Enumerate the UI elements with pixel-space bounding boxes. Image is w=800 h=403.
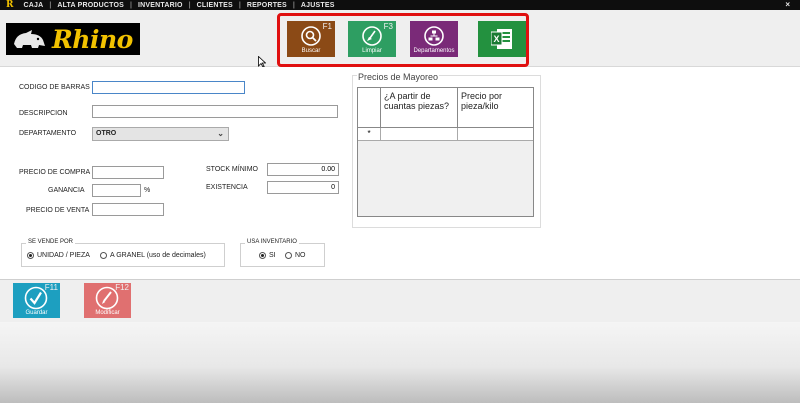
svg-text:X: X bbox=[493, 34, 499, 44]
grid-row-header bbox=[358, 88, 381, 128]
new-row-cantidad-cell[interactable] bbox=[381, 128, 458, 141]
radio-selected-icon bbox=[27, 252, 34, 259]
descripcion-input[interactable] bbox=[92, 105, 338, 118]
departamentos-label: Departamentos bbox=[413, 48, 455, 54]
column-header-precio[interactable]: Precio por pieza/kilo bbox=[458, 88, 533, 128]
menu-item-inventario[interactable]: INVENTARIO bbox=[132, 2, 189, 9]
new-row-marker: * bbox=[358, 128, 381, 141]
app-logo-icon: R bbox=[6, 0, 14, 10]
existencia-input[interactable]: 0 bbox=[267, 181, 339, 194]
menu-item-ajustes[interactable]: AJUSTES bbox=[295, 2, 341, 9]
radio-selected-icon bbox=[259, 252, 266, 259]
se-vende-por-title: SE VENDE POR bbox=[26, 239, 76, 245]
menu-bar: R CAJA | ALTA PRODUCTOS | INVENTARIO | C… bbox=[0, 0, 800, 10]
radio-no[interactable]: NO bbox=[285, 252, 306, 259]
column-header-cantidad[interactable]: ¿A partir de cuantas piezas? bbox=[381, 88, 458, 128]
departamentos-button[interactable]: Departamentos bbox=[410, 21, 458, 57]
shortcut-key: F1 bbox=[322, 22, 332, 31]
radio-label: NO bbox=[295, 252, 306, 259]
new-row-precio-cell[interactable] bbox=[458, 128, 533, 141]
radio-label: A GRANEL (uso de decimales) bbox=[110, 252, 206, 259]
edit-icon bbox=[95, 286, 119, 310]
radio-si[interactable]: SI bbox=[259, 252, 276, 259]
mayoreo-grid[interactable]: ¿A partir de cuantas piezas? Precio por … bbox=[357, 87, 534, 217]
descripcion-label: DESCRIPCION bbox=[19, 110, 68, 117]
guardar-label: Guardar bbox=[25, 310, 48, 316]
clean-icon bbox=[362, 26, 382, 46]
radio-unselected-icon bbox=[285, 252, 292, 259]
toolbar: Rhino F1 Buscar F3 Limpiar Departamentos bbox=[0, 10, 800, 68]
precios-mayoreo-panel: Precios de Mayoreo ¿A partir de cuantas … bbox=[352, 72, 541, 228]
departamento-value: OTRO bbox=[96, 130, 117, 137]
menu-item-alta-productos[interactable]: ALTA PRODUCTOS bbox=[51, 2, 130, 9]
existencia-label: EXISTENCIA bbox=[206, 184, 248, 191]
menu-item-reportes[interactable]: REPORTES bbox=[241, 2, 293, 9]
stock-minimo-input[interactable]: 0.00 bbox=[267, 163, 339, 176]
codigo-label: CODIGO DE BARRAS bbox=[19, 84, 90, 91]
guardar-button[interactable]: F11 Guardar bbox=[13, 283, 60, 318]
modificar-label: Modificar bbox=[95, 310, 120, 316]
empty-area bbox=[0, 322, 800, 403]
percent-unit: % bbox=[144, 187, 151, 194]
shortcut-key: F3 bbox=[383, 22, 393, 31]
limpiar-label: Limpiar bbox=[362, 48, 382, 54]
radio-label: UNIDAD / PIEZA bbox=[37, 252, 90, 259]
usa-inventario-title: USA INVENTARIO bbox=[245, 239, 299, 245]
close-icon[interactable]: × bbox=[785, 0, 790, 9]
ganancia-label: GANANCIA bbox=[48, 187, 85, 194]
menu-item-caja[interactable]: CAJA bbox=[17, 2, 49, 9]
limpiar-button[interactable]: F3 Limpiar bbox=[348, 21, 396, 57]
stock-minimo-label: STOCK MÍNIMO bbox=[206, 166, 258, 173]
radio-unselected-icon bbox=[100, 252, 107, 259]
buscar-label: Buscar bbox=[301, 48, 321, 54]
se-vende-por-group: SE VENDE POR UNIDAD / PIEZA A GRANEL (us… bbox=[21, 239, 225, 267]
departments-icon bbox=[424, 26, 444, 46]
buscar-button[interactable]: F1 Buscar bbox=[287, 21, 335, 57]
precio-compra-input[interactable] bbox=[92, 166, 164, 179]
modificar-button[interactable]: F12 Modificar bbox=[84, 283, 131, 318]
usa-inventario-group: USA INVENTARIO SI NO bbox=[240, 239, 325, 267]
search-icon bbox=[301, 26, 321, 46]
radio-unidad-pieza[interactable]: UNIDAD / PIEZA bbox=[27, 252, 90, 259]
footer-actions: F11 Guardar F12 Modificar bbox=[0, 279, 800, 323]
radio-a-granel[interactable]: A GRANEL (uso de decimales) bbox=[100, 252, 206, 259]
excel-button[interactable]: X bbox=[478, 21, 526, 57]
ganancia-input[interactable] bbox=[92, 184, 141, 197]
menu-item-clientes[interactable]: CLIENTES bbox=[191, 2, 239, 9]
codigo-barras-input[interactable] bbox=[92, 81, 245, 94]
excel-icon: X bbox=[491, 29, 512, 49]
radio-label: SI bbox=[269, 252, 276, 259]
precio-venta-input[interactable] bbox=[92, 203, 164, 216]
precio-compra-label: PRECIO DE COMPRA bbox=[19, 169, 91, 176]
check-icon bbox=[24, 286, 48, 310]
chevron-down-icon: ⌄ bbox=[217, 129, 224, 138]
brand-name: Rhino bbox=[52, 24, 133, 54]
mayoreo-title: Precios de Mayoreo bbox=[357, 72, 440, 82]
brand-logo: Rhino bbox=[6, 23, 140, 55]
precio-venta-label: PRECIO DE VENTA bbox=[26, 207, 90, 214]
rhino-icon bbox=[14, 30, 45, 48]
departamento-select[interactable]: OTRO ⌄ bbox=[92, 127, 229, 141]
departamento-label: DEPARTAMENTO bbox=[19, 130, 77, 137]
